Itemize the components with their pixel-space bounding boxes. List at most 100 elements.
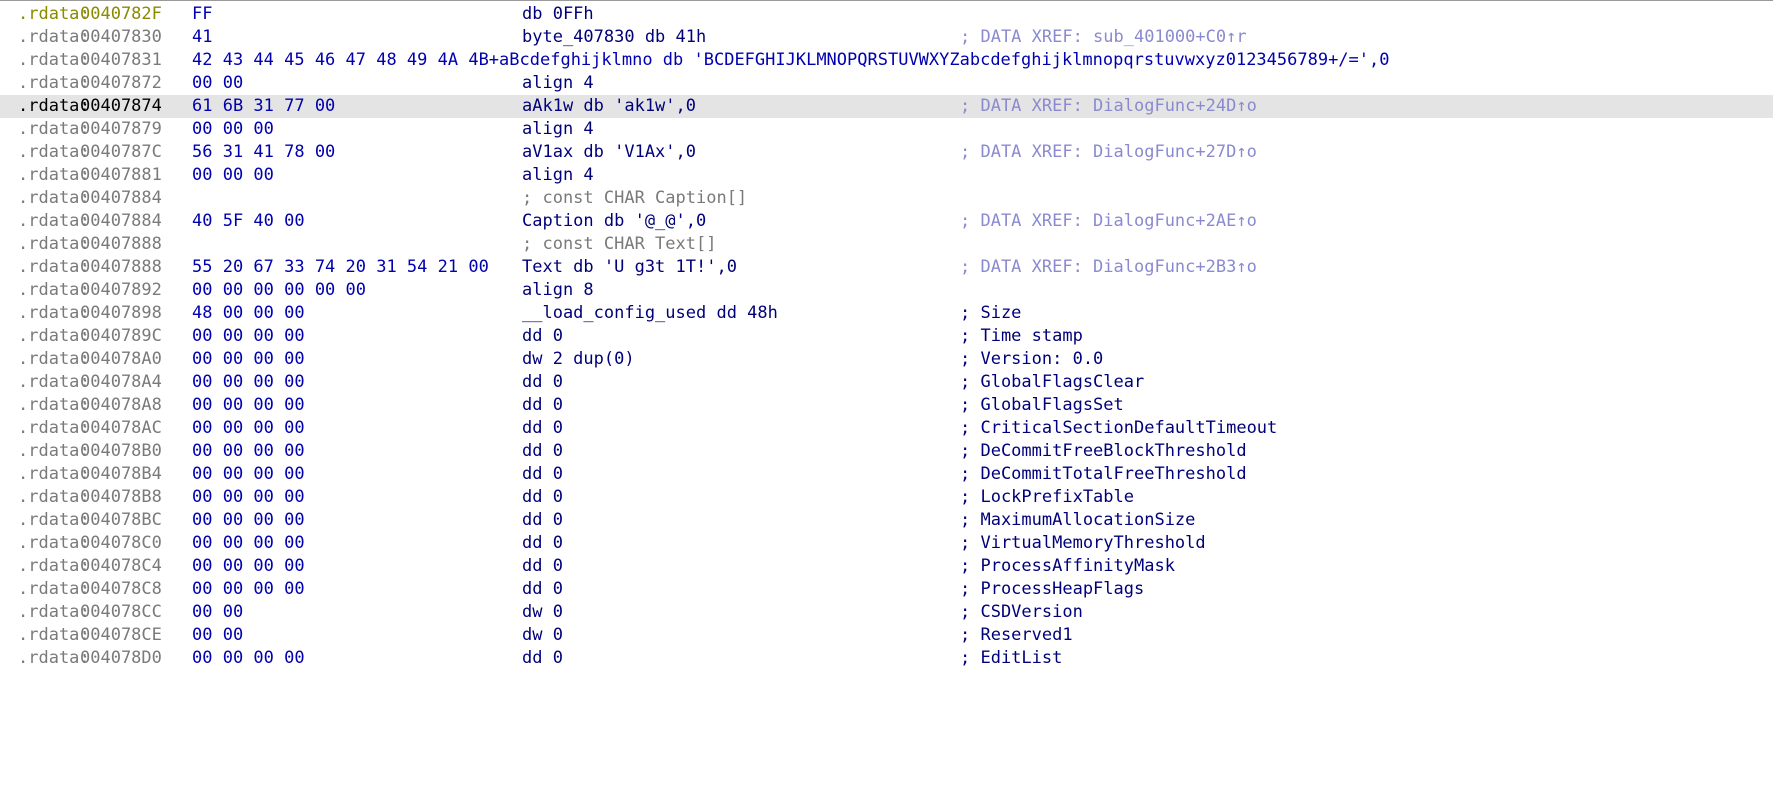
- instruction[interactable]: db 0FFh: [522, 3, 594, 26]
- listing-row[interactable]: .rdata: 00407879 00 00 00 align 4: [0, 118, 1773, 141]
- declaration-comment: ; const CHAR Text[]: [522, 234, 717, 254]
- comment: ; GlobalFlagsClear: [960, 372, 1145, 392]
- listing-row[interactable]: .rdata: 0040789C 00 00 00 00 dd 0 ; Time…: [0, 325, 1773, 348]
- listing-row[interactable]: .rdata: 004078D0 00 00 00 00 dd 0 ; Edit…: [0, 647, 1773, 670]
- segment-name: .rdata:: [18, 464, 90, 484]
- instruction[interactable]: dd 0: [522, 394, 563, 417]
- instruction[interactable]: align 4: [522, 72, 594, 95]
- instruction[interactable]: dw 0: [522, 601, 563, 624]
- instruction[interactable]: align 4: [522, 164, 594, 187]
- segment-name: .rdata:: [18, 234, 90, 254]
- instruction[interactable]: dd 0: [522, 509, 563, 532]
- listing-row[interactable]: .rdata: 004078A4 00 00 00 00 dd 0 ; Glob…: [0, 371, 1773, 394]
- listing-row[interactable]: .rdata: 004078A0 00 00 00 00 dw 2 dup(0)…: [0, 348, 1773, 371]
- hex-bytes: 42 43 44 45 46 47 48 49 4A 4B+aBcdefghij…: [192, 50, 1390, 70]
- address: 004078C0: [80, 533, 162, 553]
- listing-row[interactable]: .rdata: 004078AC 00 00 00 00 dd 0 ; Crit…: [0, 417, 1773, 440]
- segment-name: .rdata:: [18, 326, 90, 346]
- instruction[interactable]: dw 0: [522, 624, 563, 647]
- listing-row[interactable]: .rdata: 0040787C 56 31 41 78 00 aV1ax db…: [0, 141, 1773, 164]
- segment-name: .rdata:: [18, 142, 90, 162]
- listing-row[interactable]: .rdata: 004078B4 00 00 00 00 dd 0 ; DeCo…: [0, 463, 1773, 486]
- listing-row[interactable]: .rdata: 00407892 00 00 00 00 00 00 align…: [0, 279, 1773, 302]
- listing-row[interactable]: .rdata: 004078BC 00 00 00 00 dd 0 ; Maxi…: [0, 509, 1773, 532]
- hex-bytes: 00 00 00 00: [192, 556, 305, 576]
- xref-comment[interactable]: ; DATA XREF: sub_401000+C0↑r: [960, 26, 1247, 49]
- listing-row[interactable]: .rdata: 00407898 48 00 00 00 __load_conf…: [0, 302, 1773, 325]
- address: 004078B0: [80, 441, 162, 461]
- listing-row[interactable]: .rdata: 004078A8 00 00 00 00 dd 0 ; Glob…: [0, 394, 1773, 417]
- address: 00407879: [80, 119, 162, 139]
- hex-bytes: 00 00 00 00: [192, 579, 305, 599]
- listing-row[interactable]: .rdata: 004078B0 00 00 00 00 dd 0 ; DeCo…: [0, 440, 1773, 463]
- address: 004078A4: [80, 372, 162, 392]
- instruction[interactable]: dd 0: [522, 647, 563, 670]
- listing-row[interactable]: .rdata: 00407872 00 00 align 4: [0, 72, 1773, 95]
- listing-row[interactable]: .rdata: 004078CE 00 00 dw 0 ; Reserved1: [0, 624, 1773, 647]
- instruction[interactable]: aV1ax db 'V1Ax',0: [522, 141, 696, 164]
- listing-row[interactable]: .rdata: 0040782F FF db 0FFh: [0, 3, 1773, 26]
- instruction[interactable]: Text db 'U g3t 1T!',0: [522, 256, 737, 279]
- address: 00407898: [80, 303, 162, 323]
- instruction[interactable]: dd 0: [522, 417, 563, 440]
- hex-bytes: 00 00 00: [192, 119, 274, 139]
- instruction[interactable]: dd 0: [522, 532, 563, 555]
- instruction[interactable]: __load_config_used dd 48h: [522, 302, 778, 325]
- listing-row[interactable]: .rdata: 00407888 55 20 67 33 74 20 31 54…: [0, 256, 1773, 279]
- listing-row[interactable]: .rdata: 00407884 40 5F 40 00 Caption db …: [0, 210, 1773, 233]
- listing-row[interactable]: .rdata: 004078C0 00 00 00 00 dd 0 ; Virt…: [0, 532, 1773, 555]
- hex-bytes: 00 00: [192, 625, 244, 645]
- segment-name: .rdata:: [18, 556, 90, 576]
- address: 00407881: [80, 165, 162, 185]
- address: 004078AC: [80, 418, 162, 438]
- listing-row[interactable]: .rdata: 00407884 ; const CHAR Caption[]: [0, 187, 1773, 210]
- instruction[interactable]: dd 0: [522, 440, 563, 463]
- listing-row[interactable]: .rdata: 00407881 00 00 00 align 4: [0, 164, 1773, 187]
- segment-name: .rdata:: [18, 418, 90, 438]
- instruction[interactable]: dd 0: [522, 486, 563, 509]
- xref-comment[interactable]: ; DATA XREF: DialogFunc+2B3↑o: [960, 256, 1257, 279]
- segment-name: .rdata:: [18, 510, 90, 530]
- hex-bytes: 00 00 00 00: [192, 464, 305, 484]
- instruction[interactable]: dw 2 dup(0): [522, 348, 635, 371]
- instruction[interactable]: Caption db '@_@',0: [522, 210, 706, 233]
- listing-row[interactable]: .rdata: 004078B8 00 00 00 00 dd 0 ; Lock…: [0, 486, 1773, 509]
- listing-row[interactable]: .rdata: 00407830 41 byte_407830 db 41h ;…: [0, 26, 1773, 49]
- comment: ; GlobalFlagsSet: [960, 395, 1124, 415]
- hex-bytes: 00 00 00 00: [192, 395, 305, 415]
- address: 00407892: [80, 280, 162, 300]
- hex-bytes: 00 00: [192, 73, 244, 93]
- hex-bytes: 48 00 00 00: [192, 303, 305, 323]
- instruction[interactable]: dd 0: [522, 371, 563, 394]
- instruction[interactable]: dd 0: [522, 463, 563, 486]
- hex-bytes: 00 00 00 00: [192, 648, 305, 668]
- segment-name: .rdata:: [18, 372, 90, 392]
- hex-bytes: 00 00: [192, 602, 244, 622]
- instruction[interactable]: aAk1w db 'ak1w',0: [522, 95, 696, 118]
- address: 00407872: [80, 73, 162, 93]
- instruction[interactable]: align 4: [522, 118, 594, 141]
- instruction[interactable]: byte_407830 db 41h: [522, 26, 706, 49]
- listing-row[interactable]: .rdata: 00407831 42 43 44 45 46 47 48 49…: [0, 49, 1773, 72]
- hex-bytes: 00 00 00 00: [192, 326, 305, 346]
- address: 00407888: [80, 257, 162, 277]
- address: 004078BC: [80, 510, 162, 530]
- address: 00407884: [80, 211, 162, 231]
- listing-row-selected[interactable]: .rdata: 00407874 61 6B 31 77 00 aAk1w db…: [0, 95, 1773, 118]
- xref-comment[interactable]: ; DATA XREF: DialogFunc+27D↑o: [960, 141, 1257, 164]
- listing-row[interactable]: .rdata: 004078C4 00 00 00 00 dd 0 ; Proc…: [0, 555, 1773, 578]
- comment: ; Reserved1: [960, 625, 1073, 645]
- listing-row[interactable]: .rdata: 004078C8 00 00 00 00 dd 0 ; Proc…: [0, 578, 1773, 601]
- disassembly-listing[interactable]: .rdata: 0040782F FF db 0FFh .rdata: 0040…: [0, 0, 1773, 668]
- instruction[interactable]: align 8: [522, 279, 594, 302]
- listing-row[interactable]: .rdata: 00407888 ; const CHAR Text[]: [0, 233, 1773, 256]
- comment: ; DeCommitFreeBlockThreshold: [960, 441, 1247, 461]
- instruction[interactable]: dd 0: [522, 578, 563, 601]
- address: 00407888: [80, 234, 162, 254]
- instruction[interactable]: dd 0: [522, 325, 563, 348]
- instruction[interactable]: dd 0: [522, 555, 563, 578]
- listing-row[interactable]: .rdata: 004078CC 00 00 dw 0 ; CSDVersion: [0, 601, 1773, 624]
- xref-comment[interactable]: ; DATA XREF: DialogFunc+24D↑o: [960, 95, 1257, 118]
- comment: ; EditList: [960, 648, 1063, 668]
- xref-comment[interactable]: ; DATA XREF: DialogFunc+2AE↑o: [960, 210, 1257, 233]
